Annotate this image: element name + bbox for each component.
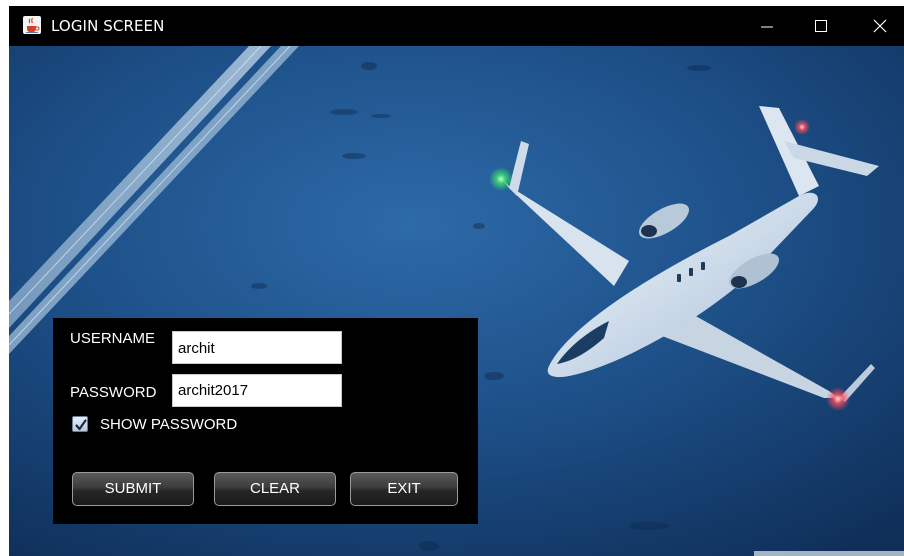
- show-password-label[interactable]: SHOW PASSWORD: [100, 416, 237, 433]
- password-input[interactable]: [172, 374, 342, 407]
- username-label: USERNAME: [70, 330, 156, 347]
- close-button[interactable]: [857, 6, 903, 46]
- submit-button[interactable]: SUBMIT: [72, 472, 194, 506]
- show-password-checkbox[interactable]: [72, 416, 88, 432]
- close-icon: [873, 19, 887, 33]
- maximize-button[interactable]: [799, 6, 845, 46]
- java-coffee-cup-icon: [23, 16, 41, 34]
- password-label: PASSWORD: [70, 384, 157, 401]
- maximize-icon: [815, 20, 827, 32]
- exit-button[interactable]: EXIT: [350, 472, 458, 506]
- title-bar[interactable]: LOGIN SCREEN: [9, 6, 904, 46]
- minimize-button[interactable]: [745, 6, 791, 46]
- minimize-icon: [761, 26, 773, 28]
- window-title: LOGIN SCREEN: [51, 17, 165, 35]
- login-window: LOGIN SCREEN USERNAME archit PASSWORD ar…: [9, 6, 904, 556]
- username-input[interactable]: [172, 331, 342, 364]
- clear-button[interactable]: CLEAR: [214, 472, 336, 506]
- login-panel: USERNAME PASSWORD SHOW PASSWORD SUBMIT C…: [53, 318, 478, 524]
- content-area: USERNAME PASSWORD SHOW PASSWORD SUBMIT C…: [9, 46, 904, 556]
- checkmark-icon: [75, 419, 87, 431]
